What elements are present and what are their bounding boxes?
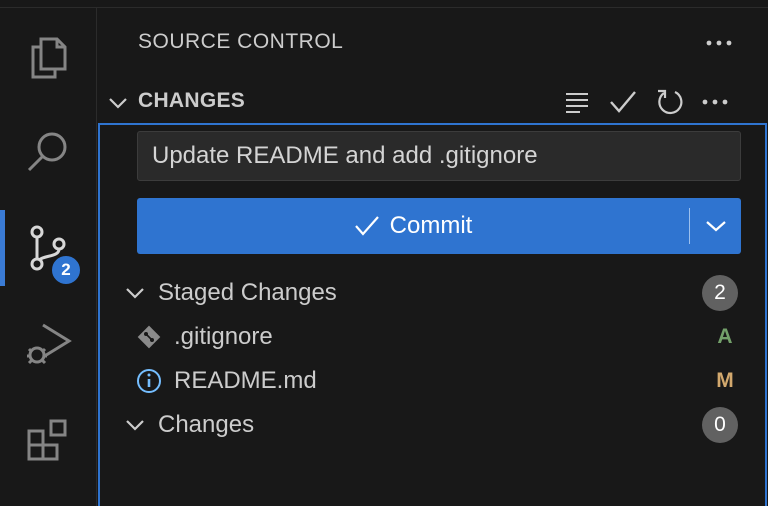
- chevron-down-icon: [705, 221, 726, 232]
- file-name: .gitignore: [174, 323, 273, 350]
- view-as-tree-icon: [566, 93, 588, 113]
- commit-button[interactable]: Commit: [137, 198, 689, 254]
- view-as-tree-button[interactable]: [557, 84, 597, 120]
- view-more-actions-button[interactable]: [699, 26, 739, 60]
- commit-check-icon: [610, 91, 636, 113]
- git-file-icon: [137, 325, 161, 349]
- source-control-badge: 2: [50, 254, 82, 286]
- staged-count-badge: 2: [702, 275, 738, 311]
- commit-message-input[interactable]: Update README and add .gitignore: [137, 131, 741, 181]
- section-actions: [557, 84, 735, 120]
- section-more-actions-button[interactable]: [695, 84, 735, 120]
- file-status-added: A: [717, 325, 733, 348]
- check-icon: [354, 216, 379, 236]
- info-icon: [137, 369, 161, 393]
- file-status-modified: M: [716, 369, 734, 392]
- ellipsis-icon: [702, 99, 728, 105]
- title-bar-edge: [0, 0, 768, 8]
- extensions-icon: [27, 419, 67, 461]
- changes-group[interactable]: Changes 0: [100, 403, 765, 447]
- activity-explorer[interactable]: [0, 12, 96, 100]
- staged-changes-group[interactable]: Staged Changes 2: [100, 271, 765, 315]
- chevron-down-icon: [126, 288, 144, 299]
- chevron-down-icon: [126, 420, 144, 431]
- activity-extensions[interactable]: [0, 396, 96, 484]
- refresh-button[interactable]: [649, 84, 689, 120]
- changes-section-body: Update README and add .gitignore Commit …: [98, 123, 767, 506]
- run-debug-icon: [27, 323, 72, 365]
- file-name: README.md: [174, 367, 317, 394]
- file-item[interactable]: .gitignore A: [100, 315, 765, 359]
- changes-count-badge: 0: [702, 407, 738, 443]
- commit-button-group: Commit: [137, 198, 741, 254]
- view-title: SOURCE CONTROL: [138, 30, 344, 53]
- refresh-icon: [658, 89, 683, 115]
- chevron-down-icon: [109, 98, 127, 109]
- staged-changes-label: Staged Changes: [158, 279, 337, 306]
- commit-dropdown-button[interactable]: [690, 198, 741, 254]
- activity-bar: 2: [0, 8, 97, 506]
- search-icon: [27, 132, 67, 172]
- activity-run-debug[interactable]: [0, 300, 96, 388]
- changes-section-header[interactable]: CHANGES: [97, 82, 768, 122]
- commit-button-label: Commit: [389, 212, 473, 239]
- ellipsis-icon: [706, 40, 732, 46]
- changes-label: Changes: [158, 411, 255, 438]
- activity-search[interactable]: [0, 108, 96, 196]
- file-item[interactable]: README.md M: [100, 359, 765, 403]
- activity-source-control[interactable]: 2: [0, 204, 96, 292]
- commit-check-button[interactable]: [603, 84, 643, 120]
- files-icon: [31, 37, 67, 79]
- section-title: CHANGES: [138, 89, 246, 112]
- source-control-view: SOURCE CONTROL CHANGES Update README and…: [97, 8, 768, 506]
